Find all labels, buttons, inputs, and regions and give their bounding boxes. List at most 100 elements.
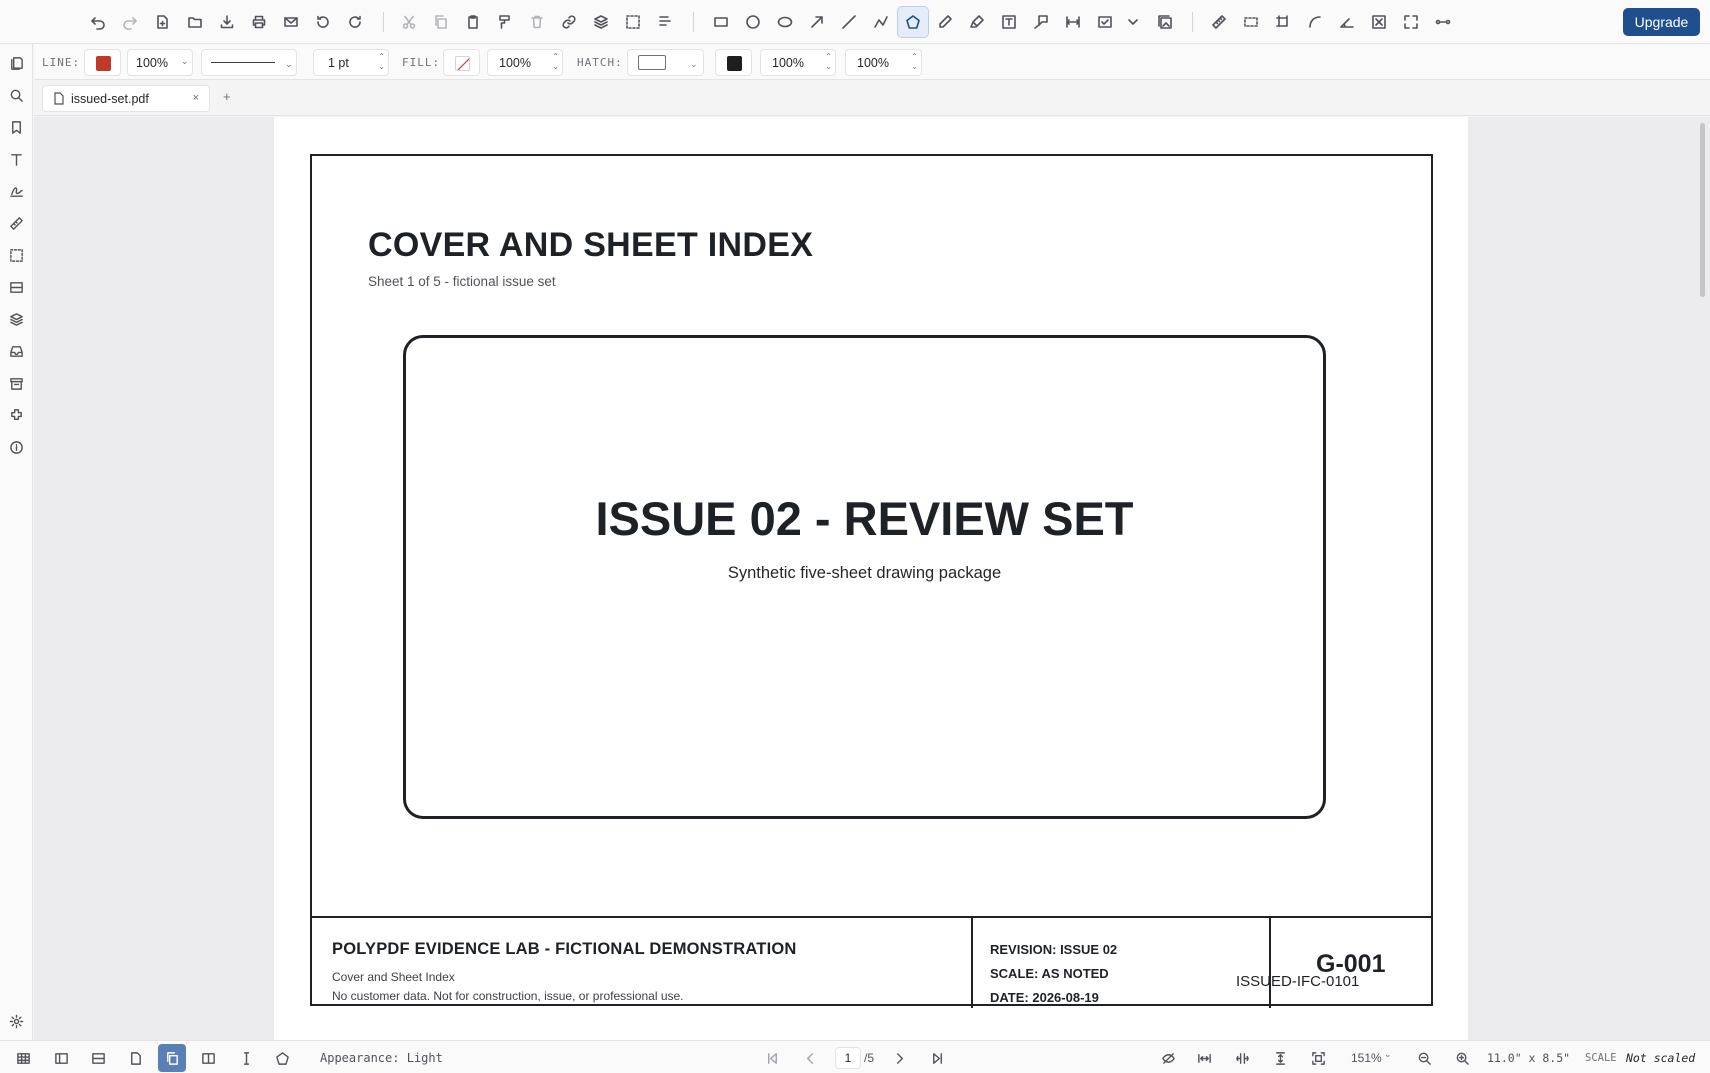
new-document-icon[interactable]: [150, 10, 174, 34]
open-folder-icon[interactable]: [183, 10, 207, 34]
count-measure-icon[interactable]: [1367, 10, 1391, 34]
image-stamp-icon[interactable]: [1153, 10, 1177, 34]
plugin-icon[interactable]: [6, 405, 26, 425]
info-icon[interactable]: [6, 437, 26, 457]
zoom-level[interactable]: 151%: [1351, 1051, 1382, 1065]
document-tab[interactable]: issued-set.pdf ×: [42, 85, 210, 112]
previous-page-icon[interactable]: [798, 1046, 822, 1070]
redo-icon[interactable]: [118, 10, 142, 34]
fullscreen-icon[interactable]: [1399, 10, 1423, 34]
stepper-arrows-icon[interactable]: ⌃ ⌄: [552, 52, 559, 72]
arc-measure-icon[interactable]: [1303, 10, 1327, 34]
page-number-input[interactable]: 1: [835, 1047, 861, 1069]
highlighter-icon[interactable]: [965, 10, 989, 34]
inbox-icon[interactable]: [6, 341, 26, 361]
table-view-icon[interactable]: [11, 1046, 35, 1070]
settings-gear-icon[interactable]: [6, 1011, 26, 1031]
rectangle-tool-icon[interactable]: [709, 10, 733, 34]
new-tab-button[interactable]: +: [223, 89, 231, 104]
text-cursor-icon[interactable]: [234, 1046, 258, 1070]
measure-ruler-icon[interactable]: [1207, 10, 1231, 34]
bookmark-icon[interactable]: [6, 117, 26, 137]
fit-height-icon[interactable]: [1268, 1046, 1292, 1070]
rotate-left-icon[interactable]: [311, 10, 335, 34]
text-icon[interactable]: [6, 149, 26, 169]
line-color-swatch[interactable]: [84, 49, 121, 76]
perimeter-icon[interactable]: [1271, 10, 1295, 34]
zoom-out-icon[interactable]: [1412, 1046, 1436, 1070]
single-page-icon[interactable]: [123, 1046, 147, 1070]
print-icon[interactable]: [247, 10, 271, 34]
select-area-icon[interactable]: [621, 10, 645, 34]
stepper-arrows-icon[interactable]: ⌃ ⌄: [825, 52, 832, 72]
rotate-right-icon[interactable]: [343, 10, 367, 34]
polyline-tool-icon[interactable]: [869, 10, 893, 34]
chevron-down-icon[interactable]: ⌄: [1384, 1049, 1392, 1060]
format-painter-icon[interactable]: [493, 10, 517, 34]
align-icon[interactable]: [653, 10, 677, 34]
fit-columns-icon[interactable]: [1230, 1046, 1254, 1070]
callout-icon[interactable]: [1029, 10, 1053, 34]
continuous-scroll-icon[interactable]: [158, 1044, 186, 1072]
line-style-select[interactable]: ⌄: [201, 49, 297, 76]
angle-measure-icon[interactable]: [1335, 10, 1359, 34]
copy-icon[interactable]: [429, 10, 453, 34]
ellipse-tool-icon[interactable]: [773, 10, 797, 34]
calibrate-icon[interactable]: [1431, 10, 1455, 34]
two-page-icon[interactable]: [196, 1046, 220, 1070]
pdf-page[interactable]: COVER AND SHEET INDEX Sheet 1 of 5 - fic…: [274, 117, 1468, 1040]
forms-icon[interactable]: [6, 277, 26, 297]
zoom-in-icon[interactable]: [1450, 1046, 1474, 1070]
download-icon[interactable]: [215, 10, 239, 34]
pages-icon[interactable]: [6, 53, 26, 73]
selection-icon[interactable]: [6, 245, 26, 265]
fit-page-icon[interactable]: [1306, 1046, 1330, 1070]
vertical-scrollbar[interactable]: [1698, 117, 1710, 1040]
line-width-stepper[interactable]: 1 pt ⌃ ⌄: [313, 49, 389, 76]
email-icon[interactable]: [279, 10, 303, 34]
chevron-down-icon[interactable]: [1121, 10, 1145, 34]
hide-annotations-icon[interactable]: [1156, 1046, 1180, 1070]
close-icon[interactable]: ×: [193, 92, 199, 104]
first-page-icon[interactable]: [760, 1046, 784, 1070]
fill-opacity-stepper[interactable]: 100% ⌃ ⌄: [487, 49, 563, 76]
hatch-color-swatch[interactable]: [715, 49, 752, 76]
next-page-icon[interactable]: [887, 1046, 911, 1070]
delete-icon[interactable]: [525, 10, 549, 34]
hatch-scale-stepper[interactable]: 100% ⌃ ⌄: [845, 49, 922, 76]
upgrade-button[interactable]: Upgrade: [1623, 8, 1700, 36]
search-icon[interactable]: [6, 85, 26, 105]
stepper-arrows-icon[interactable]: ⌃ ⌄: [911, 52, 918, 72]
polygon-tool-icon[interactable]: [270, 1046, 294, 1070]
stamp-check-icon[interactable]: [1093, 10, 1117, 34]
dimension-icon[interactable]: [1061, 10, 1085, 34]
layers-icon[interactable]: [589, 10, 613, 34]
document-canvas[interactable]: COVER AND SHEET INDEX Sheet 1 of 5 - fic…: [34, 117, 1710, 1040]
link-icon[interactable]: [557, 10, 581, 34]
fit-width-icon[interactable]: [1192, 1046, 1216, 1070]
stepper-arrows-icon[interactable]: ⌃ ⌄: [378, 52, 385, 72]
arrow-tool-icon[interactable]: [805, 10, 829, 34]
undo-icon[interactable]: [86, 10, 110, 34]
split-horizontal-icon[interactable]: [86, 1046, 110, 1070]
appearance-label[interactable]: Appearance: Light: [320, 1051, 443, 1065]
measure-ruler-icon[interactable]: [6, 213, 26, 233]
scrollbar-thumb[interactable]: [1700, 123, 1705, 297]
circle-tool-icon[interactable]: [741, 10, 765, 34]
chevron-down-icon[interactable]: ⌄: [181, 56, 189, 67]
layers-icon[interactable]: [6, 309, 26, 329]
hatch-pattern-select[interactable]: ⌄: [627, 49, 704, 76]
pen-tool-icon[interactable]: [933, 10, 957, 34]
signature-icon[interactable]: [6, 181, 26, 201]
paste-icon[interactable]: [461, 10, 485, 34]
line-tool-icon[interactable]: [837, 10, 861, 34]
last-page-icon[interactable]: [925, 1046, 949, 1070]
fill-color-swatch[interactable]: [443, 49, 480, 76]
polygon-tool-icon[interactable]: [897, 6, 929, 38]
text-box-icon[interactable]: [997, 10, 1021, 34]
split-vertical-icon[interactable]: [49, 1046, 73, 1070]
cut-icon[interactable]: [397, 10, 421, 34]
area-measure-icon[interactable]: [1239, 10, 1263, 34]
hatch-opacity-stepper[interactable]: 100% ⌃ ⌄: [760, 49, 836, 76]
archive-icon[interactable]: [6, 373, 26, 393]
